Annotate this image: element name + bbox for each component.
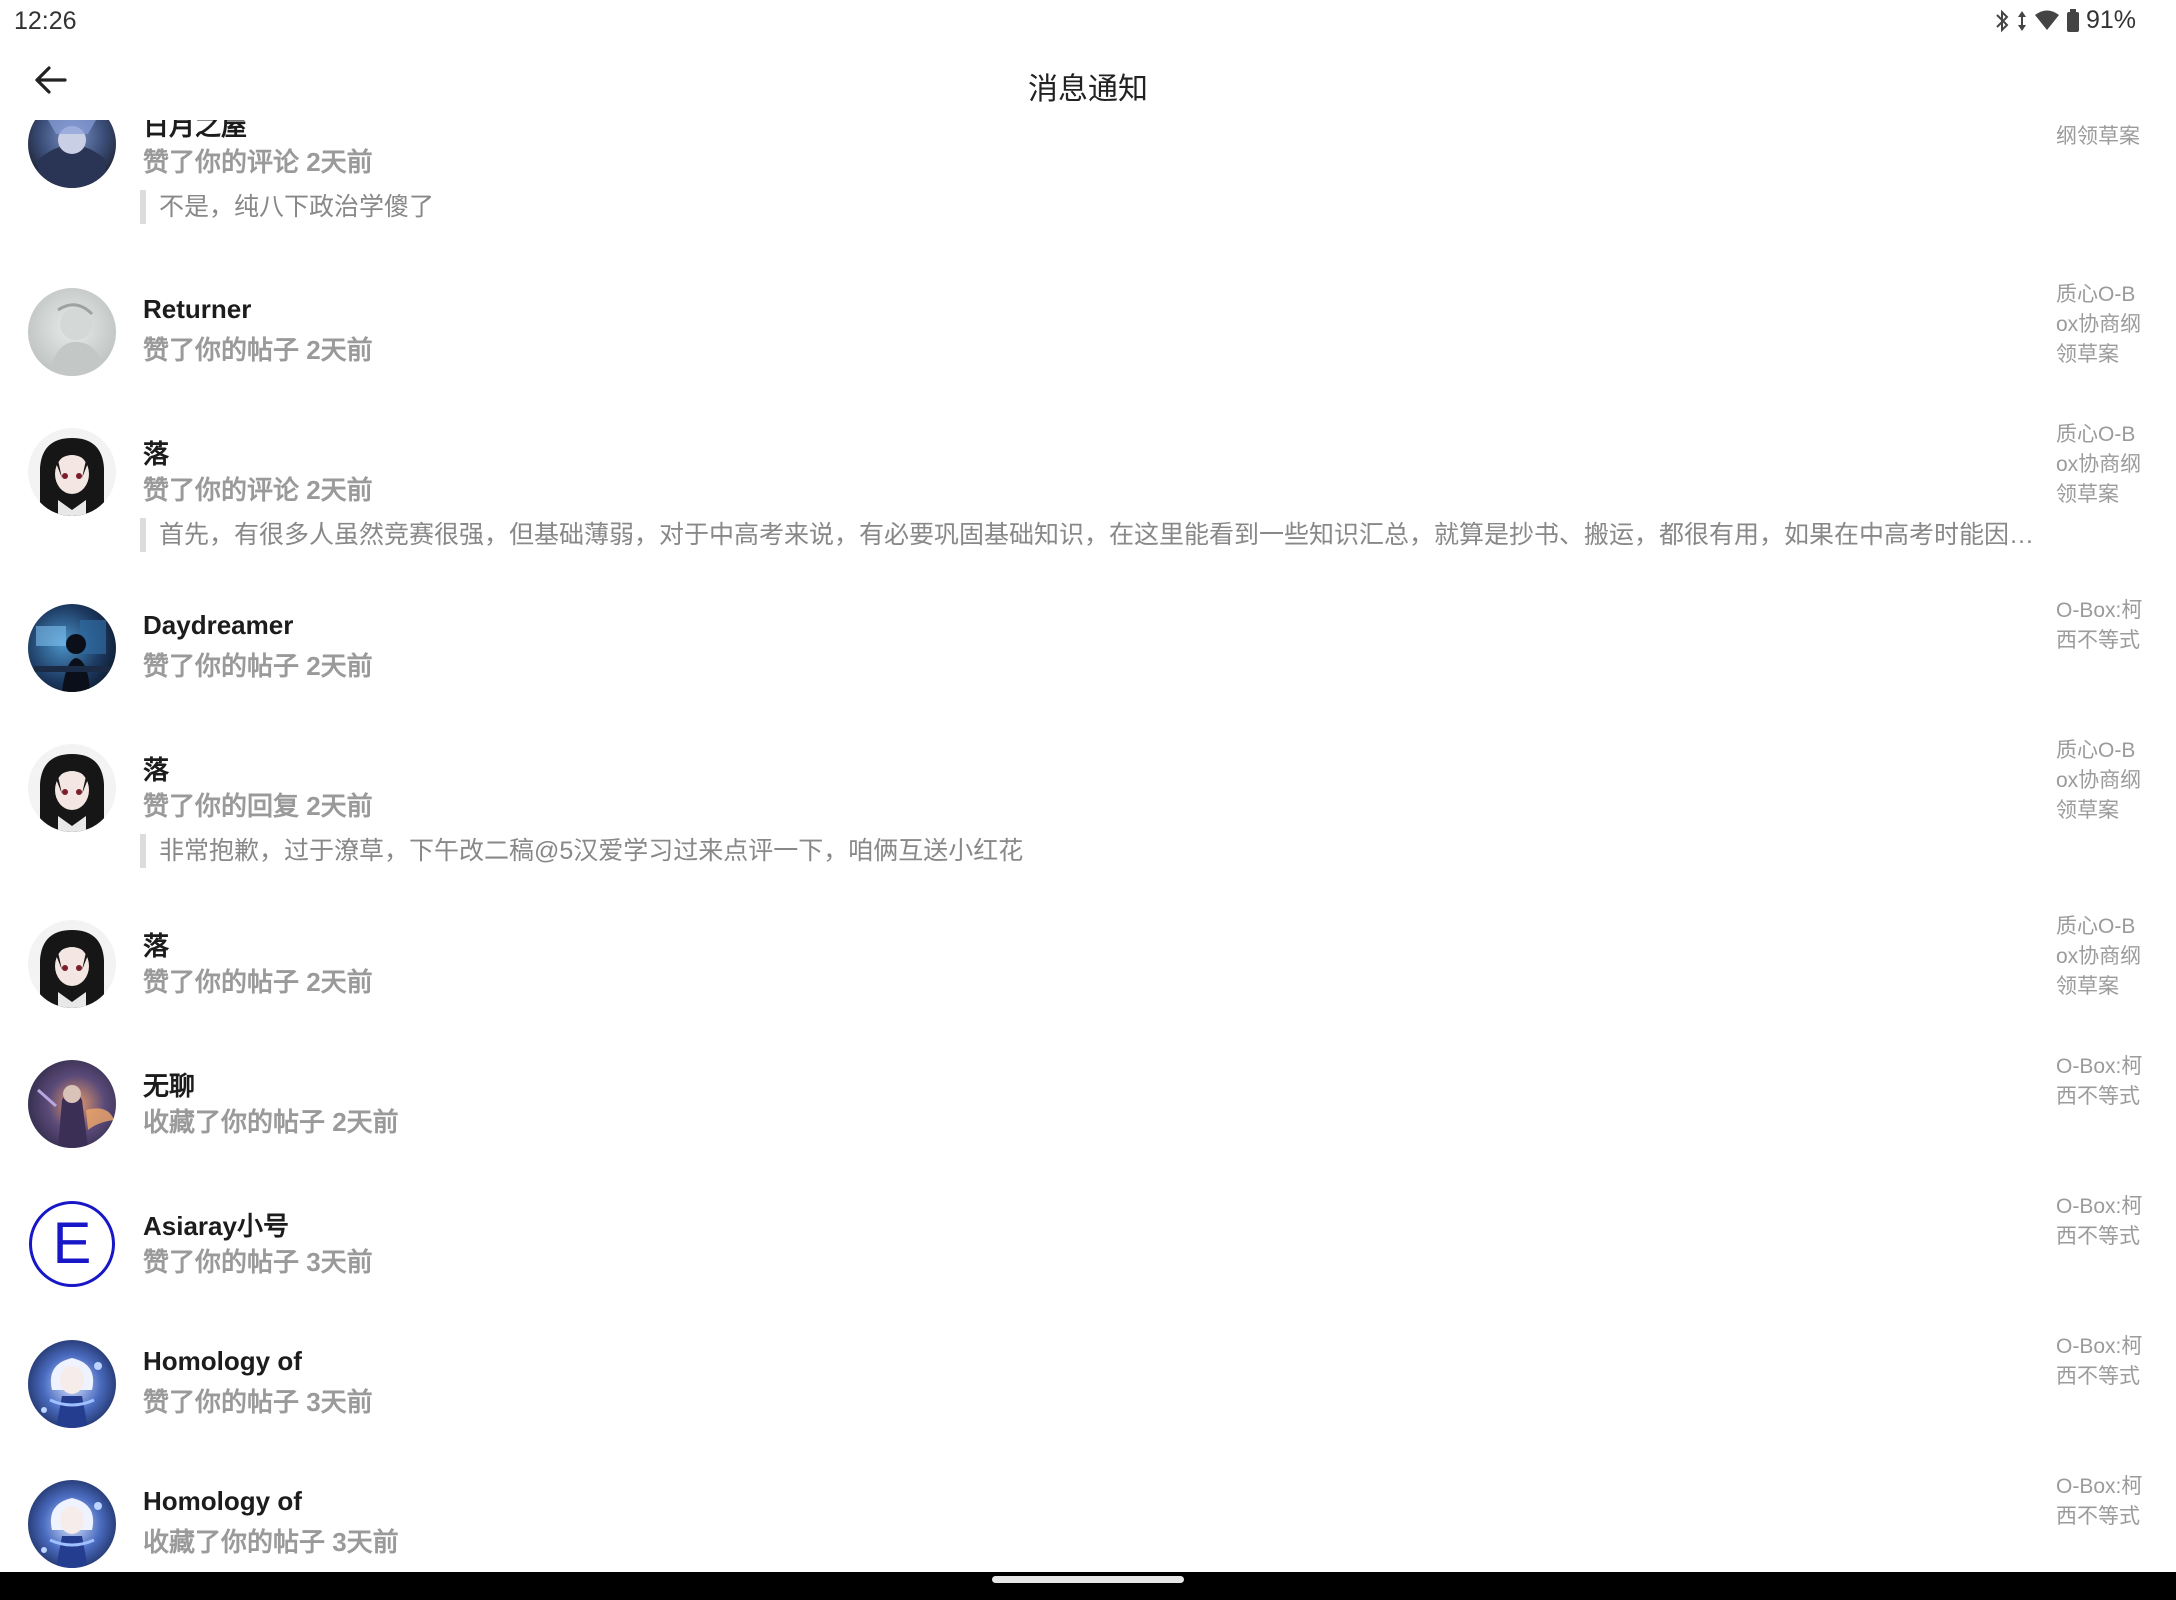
avatar[interactable] <box>28 604 116 692</box>
action-text: 赞了你的帖子 2天前 <box>143 967 373 997</box>
avatar[interactable] <box>28 744 116 832</box>
notification-item[interactable]: Homology of 收藏了你的帖子 3天前 O-Box:柯西不等式 <box>0 1454 2176 1572</box>
username[interactable]: 日月之屋 <box>143 120 247 143</box>
bluetooth-icon <box>1994 8 2010 34</box>
notification-item[interactable]: 无聊收藏了你的帖子 2天前 O-Box:柯西不等式 <box>0 1034 2176 1174</box>
quoted-content[interactable]: 非常抱歉，过于潦草，下午改二稿@5汉爱学习过来点评一下，咱俩互送小红花 <box>140 834 1023 868</box>
action-text: 赞了你的评论 2天前 <box>143 475 373 505</box>
quoted-content[interactable]: 不是，纯八下政治学傻了 <box>140 190 434 224</box>
battery-icon <box>2066 8 2080 34</box>
username[interactable]: 无聊 <box>143 1066 195 1103</box>
notification-item[interactable]: Returner 赞了你的帖子 2天前 质心O-Box协商纲领草案 <box>0 262 2176 402</box>
notification-item[interactable]: 落赞了你的帖子 2天前 质心O-Box协商纲领草案 <box>0 894 2176 1034</box>
svg-text:E: E <box>53 1211 92 1276</box>
source-post-title[interactable]: 质心O-Box协商纲领草案 <box>2056 912 2146 1002</box>
action-text: 赞了你的帖子 2天前 <box>143 335 373 365</box>
action-text: 赞了你的帖子 3天前 <box>143 1387 373 1417</box>
notification-item[interactable]: 日月之屋赞了你的评论 2天前不是，纯八下政治学傻了 Box协商纲领草案 <box>0 120 2176 234</box>
status-icons: 91% <box>1994 6 2136 35</box>
source-post-title[interactable]: 质心O-Box协商纲领草案 <box>2056 280 2146 370</box>
notification-list[interactable]: 日月之屋赞了你的评论 2天前不是，纯八下政治学傻了Box协商纲领草案Return… <box>0 120 2176 1572</box>
source-post-title[interactable]: 质心O-Box协商纲领草案 <box>2056 736 2146 826</box>
avatar[interactable]: E <box>28 1200 116 1288</box>
data-arrows-icon <box>2016 8 2028 34</box>
username[interactable]: Returner <box>143 294 251 325</box>
username[interactable]: Asiaray小号 <box>143 1206 289 1243</box>
avatar[interactable] <box>28 120 116 188</box>
action-text: 收藏了你的帖子 3天前 <box>143 1527 399 1557</box>
username[interactable]: 落 <box>143 926 169 963</box>
source-post-title[interactable]: 质心O-Box协商纲领草案 <box>2056 420 2146 510</box>
notification-item[interactable]: 落赞了你的评论 2天前首先，有很多人虽然竞赛很强，但基础薄弱，对于中高考来说，有… <box>0 402 2176 578</box>
status-bar: 12:26 91% <box>0 0 2176 44</box>
wifi-icon <box>2034 9 2060 33</box>
username[interactable]: 落 <box>143 750 169 787</box>
username[interactable]: 落 <box>143 434 169 471</box>
source-post-title[interactable]: O-Box:柯西不等式 <box>2056 1052 2146 1112</box>
quoted-content[interactable]: 首先，有很多人虽然竞赛很强，但基础薄弱，对于中高考来说，有必要巩固基础知识，在这… <box>140 518 2059 552</box>
page-title: 消息通知 <box>1028 73 1148 106</box>
username[interactable]: Homology of <box>143 1346 302 1377</box>
status-time: 12:26 <box>14 7 77 35</box>
notification-item[interactable]: Daydreamer 赞了你的帖子 2天前 O-Box:柯西不等式 <box>0 578 2176 718</box>
action-text: 收藏了你的帖子 2天前 <box>143 1107 399 1137</box>
avatar[interactable] <box>28 1060 116 1148</box>
battery-percent: 91% <box>2085 6 2136 34</box>
notification-item[interactable]: E Asiaray小号赞了你的帖子 3天前 O-Box:柯西不等式 <box>0 1174 2176 1314</box>
home-handle[interactable] <box>992 1576 1184 1583</box>
notification-item[interactable]: Homology of 赞了你的帖子 3天前 O-Box:柯西不等式 <box>0 1314 2176 1454</box>
action-text: 赞了你的帖子 3天前 <box>143 1247 373 1277</box>
source-post-title[interactable]: O-Box:柯西不等式 <box>2056 596 2146 656</box>
avatar[interactable] <box>28 1480 116 1568</box>
avatar[interactable] <box>28 428 116 516</box>
source-post-title[interactable]: O-Box:柯西不等式 <box>2056 1472 2146 1532</box>
avatar[interactable] <box>28 920 116 1008</box>
source-post-title[interactable]: Box协商纲领草案 <box>2056 120 2146 152</box>
avatar[interactable] <box>28 288 116 376</box>
source-post-title[interactable]: O-Box:柯西不等式 <box>2056 1192 2146 1252</box>
action-text: 赞了你的评论 2天前 <box>143 147 373 177</box>
action-text: 赞了你的帖子 2天前 <box>143 651 373 681</box>
username[interactable]: Daydreamer <box>143 610 293 641</box>
source-post-title[interactable]: O-Box:柯西不等式 <box>2056 1332 2146 1392</box>
avatar[interactable] <box>28 1340 116 1428</box>
notification-item[interactable]: 落赞了你的回复 2天前非常抱歉，过于潦草，下午改二稿@5汉爱学习过来点评一下，咱… <box>0 718 2176 894</box>
action-text: 赞了你的回复 2天前 <box>143 791 373 821</box>
app-bar: 消息通知 <box>0 44 2176 120</box>
username[interactable]: Homology of <box>143 1486 302 1517</box>
